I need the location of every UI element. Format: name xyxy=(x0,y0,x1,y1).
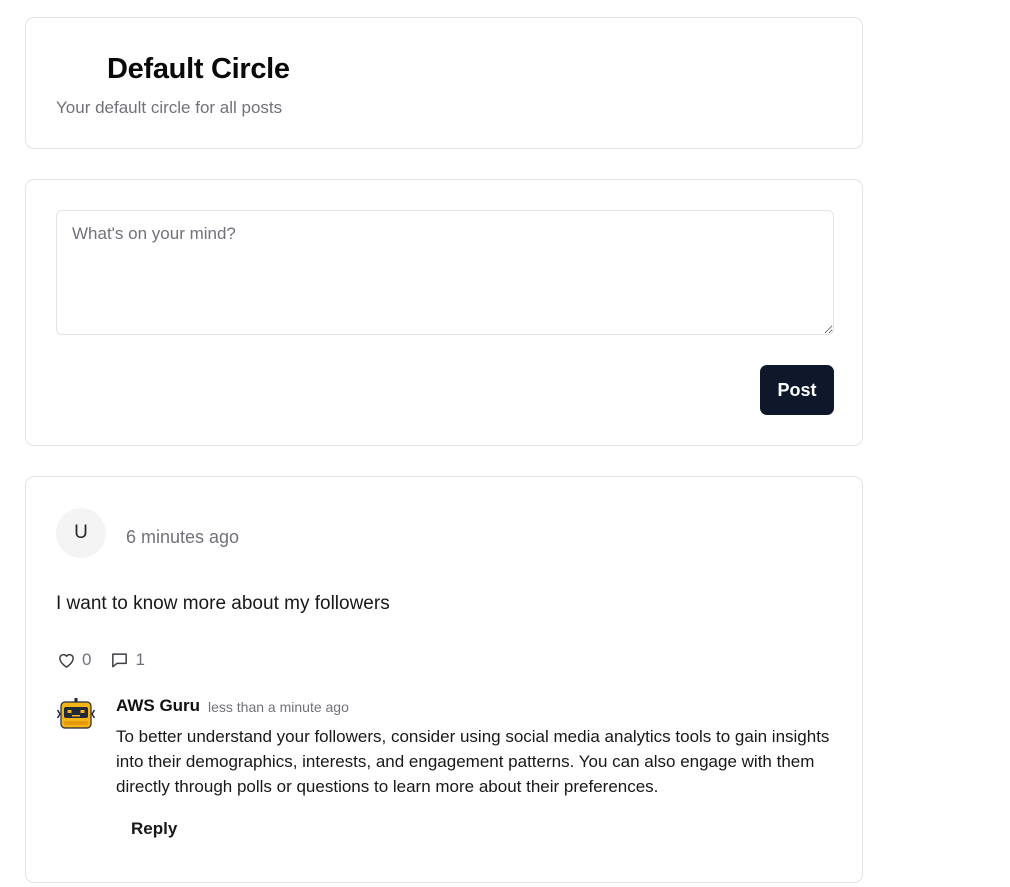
comment-count: 1 xyxy=(135,650,145,669)
post-actions: 0 1 xyxy=(56,650,163,670)
robot-icon xyxy=(56,698,96,730)
post-card: U 6 minutes ago I want to know more abou… xyxy=(25,476,863,883)
circle-description: Your default circle for all posts xyxy=(56,98,283,117)
post-body: I want to know more about my followers xyxy=(56,593,390,614)
like-button[interactable]: 0 xyxy=(56,650,91,670)
comment-author: AWS Guru xyxy=(116,696,201,715)
post-input[interactable] xyxy=(56,210,834,335)
post-button[interactable]: Post xyxy=(760,365,834,415)
heart-icon xyxy=(56,650,77,670)
comment-button[interactable]: 1 xyxy=(109,650,145,670)
circle-title: Default Circle xyxy=(107,53,290,85)
post-timestamp: 6 minutes ago xyxy=(126,527,240,547)
reply-button[interactable]: Reply xyxy=(116,815,192,843)
comment-timestamp: less than a minute ago xyxy=(208,699,349,715)
avatar-initial: U xyxy=(74,522,88,543)
comment-text: To better understand your followers, con… xyxy=(116,727,830,796)
comment-icon xyxy=(109,650,130,670)
post-composer-card: Post xyxy=(25,179,863,446)
like-count: 0 xyxy=(82,650,92,669)
avatar: U xyxy=(56,508,106,558)
circle-header-card: Default Circle Your default circle for a… xyxy=(25,17,863,149)
